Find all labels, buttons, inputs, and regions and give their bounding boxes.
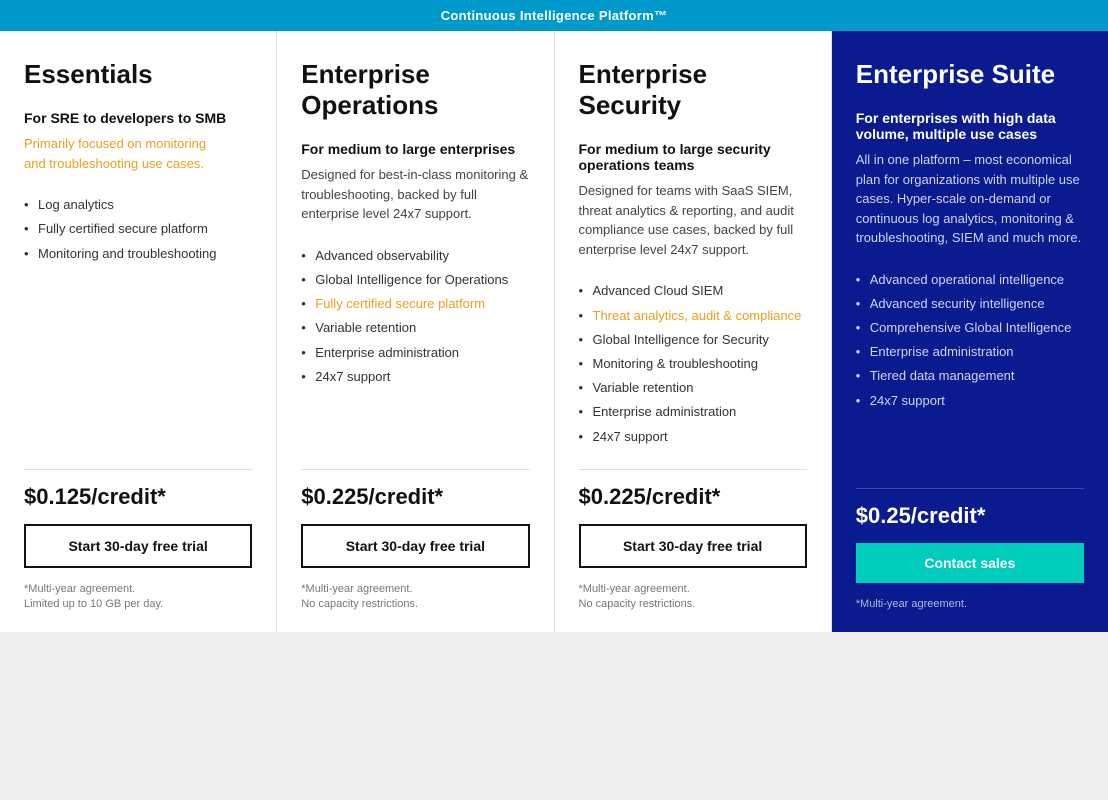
plan-footnote-enterprise-operations: *Multi-year agreement.No capacity restri… [301,582,529,613]
list-item: Advanced operational intelligence [856,268,1084,292]
plan-footnote-essentials: *Multi-year agreement.Limited up to 10 G… [24,582,252,613]
plan-title-enterprise-suite: Enterprise Suite [856,59,1084,90]
list-item: Global Intelligence for Operations [301,268,529,292]
top-bar: Continuous Intelligence Platform™ [0,0,1108,31]
cta-button-essentials[interactable]: Start 30-day free trial [24,524,252,568]
plan-title-enterprise-operations: Enterprise Operations [301,59,529,121]
list-item: Fully certified secure platform [301,292,529,316]
list-item: Advanced security intelligence [856,292,1084,316]
list-item: Enterprise administration [856,340,1084,364]
cta-button-enterprise-security[interactable]: Start 30-day free trial [579,524,807,568]
features-list-enterprise-operations: Advanced observabilityGlobal Intelligenc… [301,244,529,449]
section-divider [24,469,252,470]
features-list-enterprise-suite: Advanced operational intelligenceAdvance… [856,268,1084,468]
cta-button-enterprise-operations[interactable]: Start 30-day free trial [301,524,529,568]
list-item: Fully certified secure platform [24,217,252,241]
plan-desc-enterprise-operations: Designed for best-in-class monitoring & … [301,165,529,224]
plan-price-essentials: $0.125/credit* [24,484,252,510]
plan-title-essentials: Essentials [24,59,252,90]
plan-footnote-enterprise-suite: *Multi-year agreement. [856,597,1084,612]
list-item: Variable retention [301,316,529,340]
section-divider [301,469,529,470]
list-item: 24x7 support [579,425,807,449]
plan-col-enterprise-suite: Enterprise Suite For enterprises with hig… [832,31,1108,632]
list-item: Variable retention [579,376,807,400]
plans-container: Essentials For SRE to developers to SMB Pr… [0,31,1108,632]
list-item: Log analytics [24,193,252,217]
list-item: Threat analytics, audit & compliance [579,304,807,328]
list-item: 24x7 support [301,365,529,389]
plan-price-enterprise-suite: $0.25/credit* [856,503,1084,529]
plan-desc-enterprise-suite: All in one platform – most economical pl… [856,150,1084,248]
features-list-enterprise-security: Advanced Cloud SIEM Threat analytics, aud… [579,279,807,448]
plan-subtitle-enterprise-operations: For medium to large enterprises [301,141,529,157]
plan-subtitle-enterprise-security: For medium to large security operations … [579,141,807,173]
cta-button-enterprise-suite[interactable]: Contact sales [856,543,1084,583]
plan-desc-essentials: Primarily focused on monitoringand troub… [24,134,252,173]
list-item: Monitoring & troubleshooting [579,352,807,376]
plan-price-enterprise-operations: $0.225/credit* [301,484,529,510]
list-item: Comprehensive Global Intelligence [856,316,1084,340]
list-item: Tiered data management [856,364,1084,388]
list-item: Global Intelligence for Security [579,328,807,352]
plan-col-enterprise-operations: Enterprise Operations For medium to large… [277,31,554,632]
list-item: Enterprise administration [301,341,529,365]
list-item: Enterprise administration [579,400,807,424]
feature-highlight: Threat analytics, audit & compliance [593,308,802,323]
desc-highlight-security: threat analytics & reporting, and audit … [579,203,794,238]
plan-desc-highlight: Primarily focused on monitoringand troub… [24,136,206,171]
plan-title-enterprise-security: Enterprise Security [579,59,807,121]
top-bar-label: Continuous Intelligence Platform™ [441,8,668,23]
list-item: Advanced observability [301,244,529,268]
plan-desc-enterprise-security: Designed for teams with SaaS SIEM, threa… [579,181,807,259]
plan-col-essentials: Essentials For SRE to developers to SMB Pr… [0,31,277,632]
section-divider [579,469,807,470]
plan-col-enterprise-security: Enterprise Security For medium to large s… [555,31,832,632]
plan-footnote-enterprise-security: *Multi-year agreement.No capacity restri… [579,582,807,613]
pricing-page: Continuous Intelligence Platform™ Essent… [0,0,1108,632]
features-list-essentials: Log analyticsFully certified secure plat… [24,193,252,449]
list-item: Advanced Cloud SIEM [579,279,807,303]
plan-subtitle-enterprise-suite: For enterprises with high data volume, m… [856,110,1084,142]
plan-subtitle-essentials: For SRE to developers to SMB [24,110,252,126]
feature-highlight: Fully certified secure platform [315,296,485,311]
section-divider [856,488,1084,489]
list-item: 24x7 support [856,389,1084,413]
list-item: Monitoring and troubleshooting [24,242,252,266]
plan-price-enterprise-security: $0.225/credit* [579,484,807,510]
